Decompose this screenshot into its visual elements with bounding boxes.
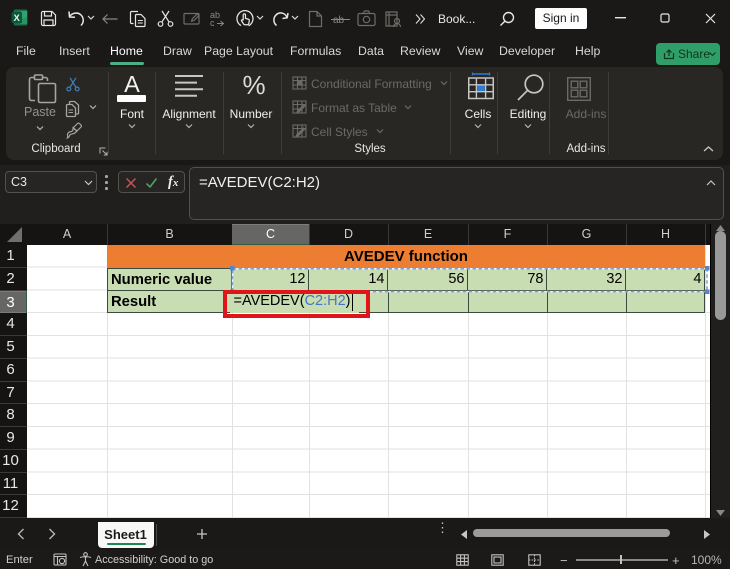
svg-text:ab: ab (333, 15, 345, 26)
svg-text:c: c (210, 18, 215, 28)
svg-text:X: X (14, 13, 21, 24)
